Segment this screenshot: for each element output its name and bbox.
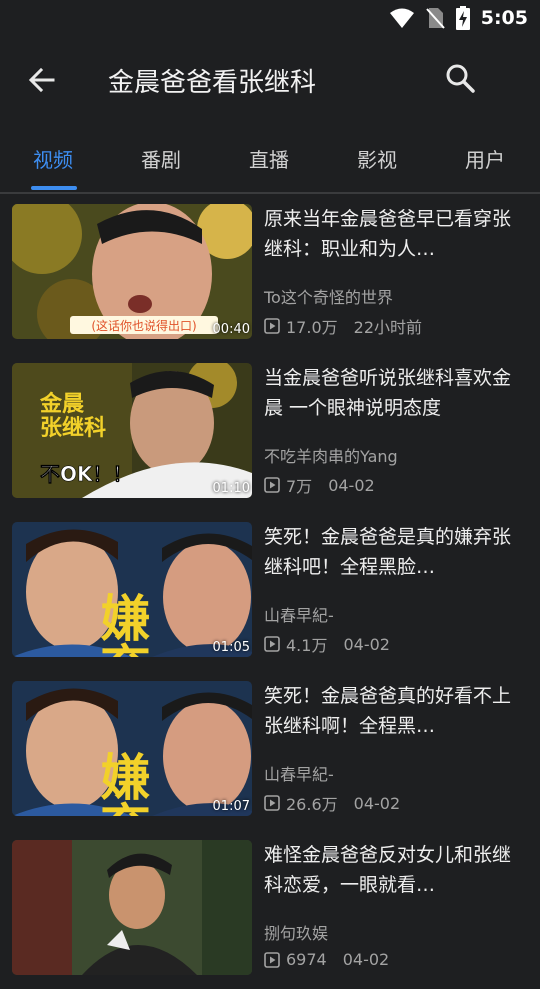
video-author[interactable]: 山春早紀- bbox=[264, 602, 334, 626]
video-title[interactable]: 笑死！金晨爸爸真的好看不上张继科啊！全程黑… bbox=[264, 681, 512, 741]
video-stats: 17.0万 22小时前 bbox=[264, 314, 422, 338]
status-bar: 5:05 bbox=[0, 0, 540, 36]
video-author[interactable]: 山春早紀- bbox=[264, 761, 334, 785]
category-tabs: 视频 番剧 直播 影视 用户 bbox=[0, 122, 540, 194]
tab-live[interactable]: 直播 bbox=[249, 144, 289, 173]
video-stats: 7万 04-02 bbox=[264, 473, 375, 497]
upload-date: 22小时前 bbox=[353, 318, 423, 337]
status-time: 5:05 bbox=[480, 7, 528, 29]
play-count-icon bbox=[264, 795, 280, 811]
thumbnail-caption: (这话你也说得出口) bbox=[91, 318, 196, 333]
back-arrow-icon[interactable] bbox=[26, 64, 58, 96]
video-thumbnail[interactable]: (这话你也说得出口) 00:40 bbox=[12, 204, 252, 339]
thumbnail-caption: 嫌弃 bbox=[93, 751, 152, 816]
search-icon[interactable] bbox=[444, 62, 478, 96]
app-bar: 金晨爸爸看张继科 bbox=[0, 36, 540, 122]
play-count-icon bbox=[264, 636, 280, 652]
play-count-icon bbox=[264, 318, 280, 334]
no-sim-icon bbox=[425, 8, 445, 29]
upload-date: 04-02 bbox=[353, 793, 401, 813]
view-count: 7万 bbox=[286, 477, 313, 496]
thumbnail-caption-line: 不OK！！ bbox=[40, 462, 133, 486]
video-thumbnail[interactable]: 金晨 张继科 不OK！！ 01:10 bbox=[12, 363, 252, 498]
video-thumbnail[interactable]: 嫌弃 01:07 bbox=[12, 681, 252, 816]
battery-charging-icon bbox=[455, 6, 470, 30]
video-duration: 00:40 bbox=[212, 322, 250, 337]
view-count: 17.0万 bbox=[286, 318, 338, 337]
video-author[interactable]: To这个奇怪的世界 bbox=[264, 284, 393, 308]
tab-bangumi[interactable]: 番剧 bbox=[141, 144, 181, 173]
video-item[interactable]: (这话你也说得出口) 00:40 原来当年金晨爸爸早已看穿张继科：职业和为人… … bbox=[0, 194, 540, 353]
video-item[interactable]: 嫌弃 01:07 笑死！金晨爸爸真的好看不上张继科啊！全程黑… 山春早紀- 26… bbox=[0, 671, 540, 830]
video-title[interactable]: 原来当年金晨爸爸早已看穿张继科：职业和为人… bbox=[264, 204, 512, 264]
video-author[interactable]: 不吃羊肉串的Yang bbox=[264, 443, 398, 467]
tab-videos[interactable]: 视频 bbox=[33, 144, 73, 173]
video-title[interactable]: 笑死！金晨爸爸是真的嫌弃张继科吧！全程黑脸… bbox=[264, 522, 512, 582]
thumbnail-caption-line: 张继科 bbox=[40, 415, 106, 441]
video-thumbnail[interactable]: 嫌弃 01:05 bbox=[12, 522, 252, 657]
view-count: 26.6万 bbox=[286, 795, 338, 814]
thumbnail-caption-line: 金晨 bbox=[39, 391, 85, 417]
video-duration: 01:10 bbox=[212, 481, 250, 496]
upload-date: 04-02 bbox=[343, 634, 390, 654]
active-tab-indicator bbox=[31, 186, 77, 190]
tab-users[interactable]: 用户 bbox=[465, 144, 505, 173]
video-item[interactable]: 难怪金晨爸爸反对女儿和张继科恋爱，一眼就看… 捌句玖娱 6974 04-02 bbox=[0, 830, 540, 989]
video-thumbnail[interactable] bbox=[12, 840, 252, 975]
wifi-icon bbox=[389, 8, 414, 28]
upload-date: 04-02 bbox=[328, 475, 375, 495]
video-stats: 4.1万 04-02 bbox=[264, 632, 390, 656]
play-count-icon bbox=[264, 477, 280, 493]
search-query-title[interactable]: 金晨爸爸看张继科 bbox=[108, 62, 316, 99]
video-duration: 01:05 bbox=[212, 640, 250, 655]
video-stats: 26.6万 04-02 bbox=[264, 791, 400, 815]
view-count: 4.1万 bbox=[286, 636, 328, 655]
tab-film-tv[interactable]: 影视 bbox=[357, 144, 397, 173]
video-item[interactable]: 金晨 张继科 不OK！！ 01:10 当金晨爸爸听说张继科喜欢金晨 一个眼神说明… bbox=[0, 353, 540, 512]
video-title[interactable]: 难怪金晨爸爸反对女儿和张继科恋爱，一眼就看… bbox=[264, 840, 512, 900]
video-duration: 01:07 bbox=[212, 799, 250, 814]
thumbnail-caption: 嫌弃 bbox=[93, 592, 152, 657]
video-title[interactable]: 当金晨爸爸听说张继科喜欢金晨 一个眼神说明态度 bbox=[264, 363, 512, 423]
video-item[interactable]: 嫌弃 01:05 笑死！金晨爸爸是真的嫌弃张继科吧！全程黑脸… 山春早紀- 4.… bbox=[0, 512, 540, 671]
video-author[interactable]: 捌句玖娱 bbox=[264, 920, 328, 944]
